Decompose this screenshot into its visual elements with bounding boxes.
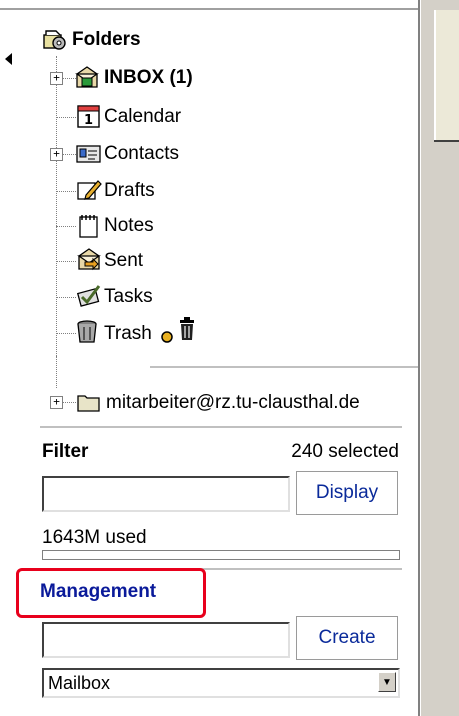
display-button[interactable]: Display — [296, 471, 398, 515]
notes-icon[interactable] — [76, 213, 102, 239]
folder-sent-label[interactable]: Sent — [104, 249, 143, 273]
drafts-icon[interactable] — [76, 177, 102, 203]
section-divider — [40, 426, 402, 429]
account-expander[interactable]: + — [50, 396, 63, 409]
top-border — [0, 8, 418, 10]
trash-icon[interactable] — [74, 318, 100, 344]
folder-trash-label[interactable]: Trash — [104, 322, 152, 346]
tree-guide-line — [56, 56, 57, 356]
folders-root-label[interactable]: Folders — [72, 28, 141, 52]
tree-connector — [56, 333, 76, 334]
tree-guide-line-2 — [56, 356, 57, 388]
filter-count: 240 selected — [291, 441, 399, 462]
folder-contacts-label[interactable]: Contacts — [104, 142, 179, 166]
quota-text: 1643M used — [42, 527, 147, 548]
account-label[interactable]: mitarbeiter@rz.tu-clausthal.de — [106, 391, 360, 415]
folder-inbox-label[interactable]: INBOX (1) — [104, 66, 193, 90]
dropdown-arrow-icon[interactable]: ▼ — [378, 672, 396, 692]
folder-drafts-label[interactable]: Drafts — [104, 179, 155, 203]
empty-trash-icon[interactable] — [178, 317, 196, 341]
folder-notes-label[interactable]: Notes — [104, 214, 154, 238]
create-button[interactable]: Create — [296, 616, 398, 660]
folder-icon[interactable] — [76, 389, 102, 415]
scrollbar-thumb[interactable] — [434, 10, 459, 142]
status-dot-icon — [161, 331, 173, 343]
calendar-icon[interactable]: 1 — [76, 104, 102, 130]
tree-connector — [56, 226, 76, 227]
management-input[interactable] — [42, 622, 290, 658]
inbox-expander[interactable]: + — [50, 72, 63, 85]
contacts-icon[interactable] — [76, 141, 102, 167]
folders-root-icon — [43, 30, 66, 50]
tree-connector — [56, 297, 76, 298]
tree-connector — [56, 191, 76, 192]
scrollbar-divider — [434, 140, 459, 142]
sent-icon[interactable] — [76, 246, 102, 272]
contacts-expander[interactable]: + — [50, 148, 63, 161]
folder-tasks-label[interactable]: Tasks — [104, 285, 153, 309]
filter-title: Filter — [42, 441, 89, 462]
folder-calendar-label[interactable]: Calendar — [104, 105, 181, 129]
calendar-icon-text: 1 — [84, 113, 93, 128]
filter-input[interactable] — [42, 476, 290, 512]
quota-bar — [42, 550, 400, 560]
tree-connector — [56, 261, 76, 262]
tasks-icon[interactable] — [76, 283, 102, 309]
select-value: Mailbox — [48, 673, 111, 693]
inbox-icon[interactable] — [74, 64, 100, 90]
mailbox-type-select[interactable]: Mailbox ▼ — [42, 668, 400, 698]
collapse-arrow-icon[interactable] — [4, 52, 14, 66]
management-title[interactable]: Management — [40, 580, 156, 604]
tree-connector — [56, 117, 76, 118]
group-separator — [150, 366, 418, 368]
